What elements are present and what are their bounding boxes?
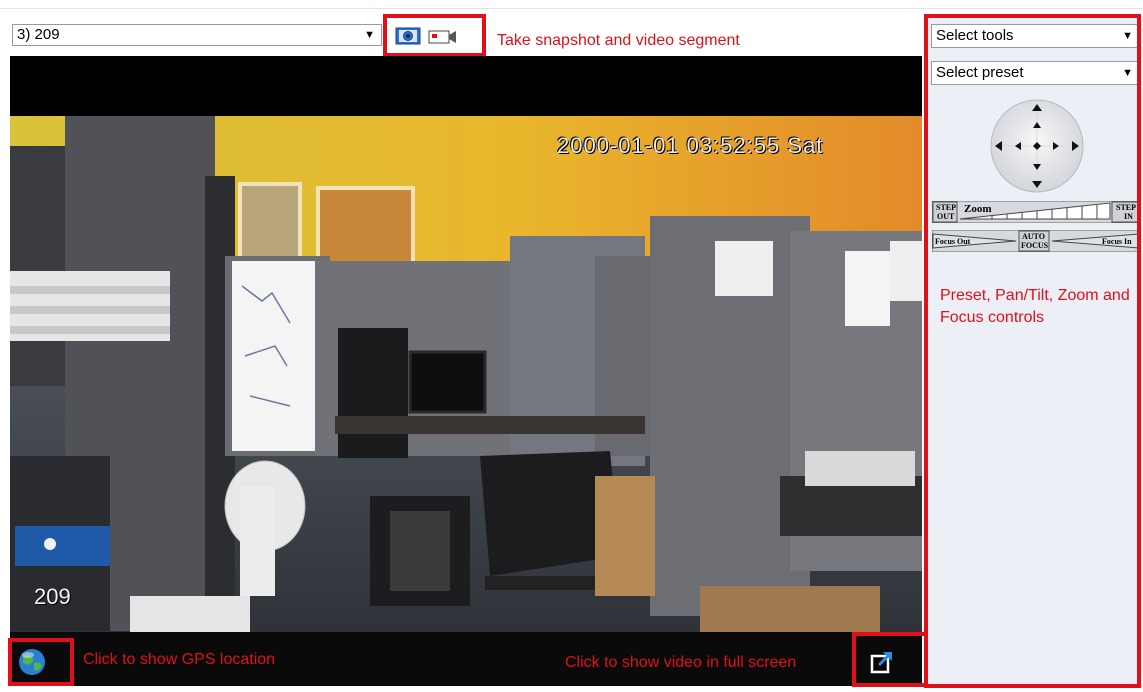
fullscreen-highlight-box — [852, 632, 929, 687]
camera-select-value: 3) 209 — [17, 26, 60, 43]
top-border — [0, 0, 1143, 9]
controls-highlight-box — [924, 14, 1141, 688]
chevron-down-icon: ▼ — [364, 29, 375, 41]
gps-highlight-box — [8, 638, 74, 686]
camera-select[interactable]: 3) 209 ▼ — [12, 24, 382, 46]
snapshot-annotation: Take snapshot and video segment — [497, 32, 740, 49]
video-timestamp: 2000-01-01 03:52:55 Sat — [557, 133, 824, 158]
video-feed: 2000-01-01 03:52:55 Sat 209 — [10, 56, 922, 632]
fullscreen-annotation: Click to show video in full screen — [565, 654, 797, 671]
gps-annotation: Click to show GPS location — [83, 651, 276, 668]
video-camera-label: 209 — [34, 584, 71, 609]
snapshot-highlight-box — [383, 14, 486, 57]
